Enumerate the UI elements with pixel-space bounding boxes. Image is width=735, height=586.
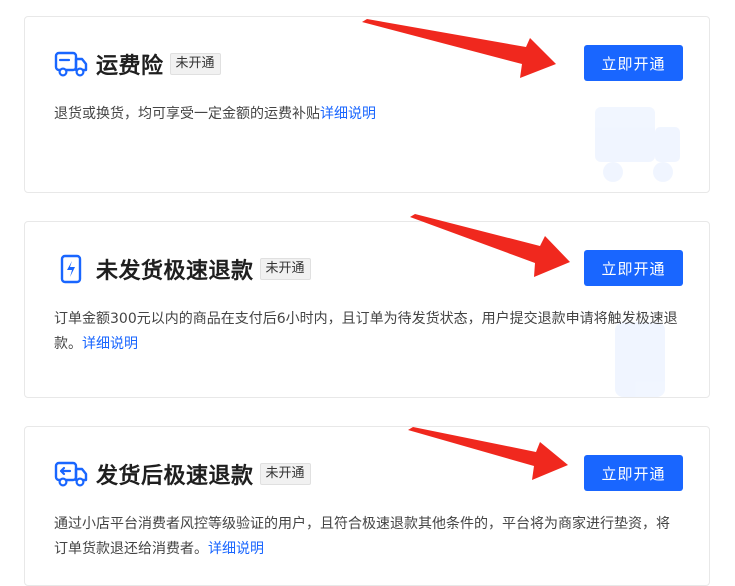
phone-lightning-icon — [54, 252, 88, 286]
card-header: 发货后极速退款 未开通 — [54, 457, 311, 491]
status-badge: 未开通 — [259, 258, 311, 280]
description-text: 订单金额300元以内的商品在支付后6小时内，且订单为待发货状态，用户提交退款申请… — [54, 311, 678, 352]
truck-icon — [54, 47, 88, 81]
card-prepaid-quick-refund: 未发货极速退款 未开通 立即开通 订单金额300元以内的商品在支付后6小时内，且… — [24, 221, 710, 398]
card-description: 订单金额300元以内的商品在支付后6小时内，且订单为待发货状态，用户提交退款申请… — [54, 307, 679, 357]
card-description: 退货或换货，均可享受一定金额的运费补贴详细说明 — [54, 102, 679, 127]
card-title: 未发货极速退款 — [96, 259, 254, 284]
details-link[interactable]: 详细说明 — [82, 336, 138, 352]
description-text: 退货或换货，均可享受一定金额的运费补贴 — [54, 106, 320, 122]
description-text: 通过小店平台消费者风控等级验证的用户，且符合极速退款其他条件的，平台将为商家进行… — [54, 516, 670, 557]
activate-button[interactable]: 立即开通 — [584, 455, 683, 491]
activate-button[interactable]: 立即开通 — [584, 45, 683, 81]
card-title: 运费险 — [96, 54, 164, 79]
status-badge: 未开通 — [259, 463, 311, 485]
card-title: 发货后极速退款 — [96, 464, 254, 489]
card-header: 运费险 未开通 — [54, 47, 221, 81]
card-description: 通过小店平台消费者风控等级验证的用户，且符合极速退款其他条件的，平台将为商家进行… — [54, 512, 679, 562]
details-link[interactable]: 详细说明 — [320, 106, 376, 122]
card-shipping-insurance: 运费险 未开通 立即开通 退货或换货，均可享受一定金额的运费补贴详细说明 — [24, 16, 710, 193]
card-header: 未发货极速退款 未开通 — [54, 252, 311, 286]
card-shipped-quick-refund: 发货后极速退款 未开通 立即开通 通过小店平台消费者风控等级验证的用户，且符合极… — [24, 426, 710, 586]
status-badge: 未开通 — [169, 53, 221, 75]
truck-return-icon — [54, 457, 88, 491]
details-link[interactable]: 详细说明 — [208, 541, 264, 557]
activate-button[interactable]: 立即开通 — [584, 250, 683, 286]
